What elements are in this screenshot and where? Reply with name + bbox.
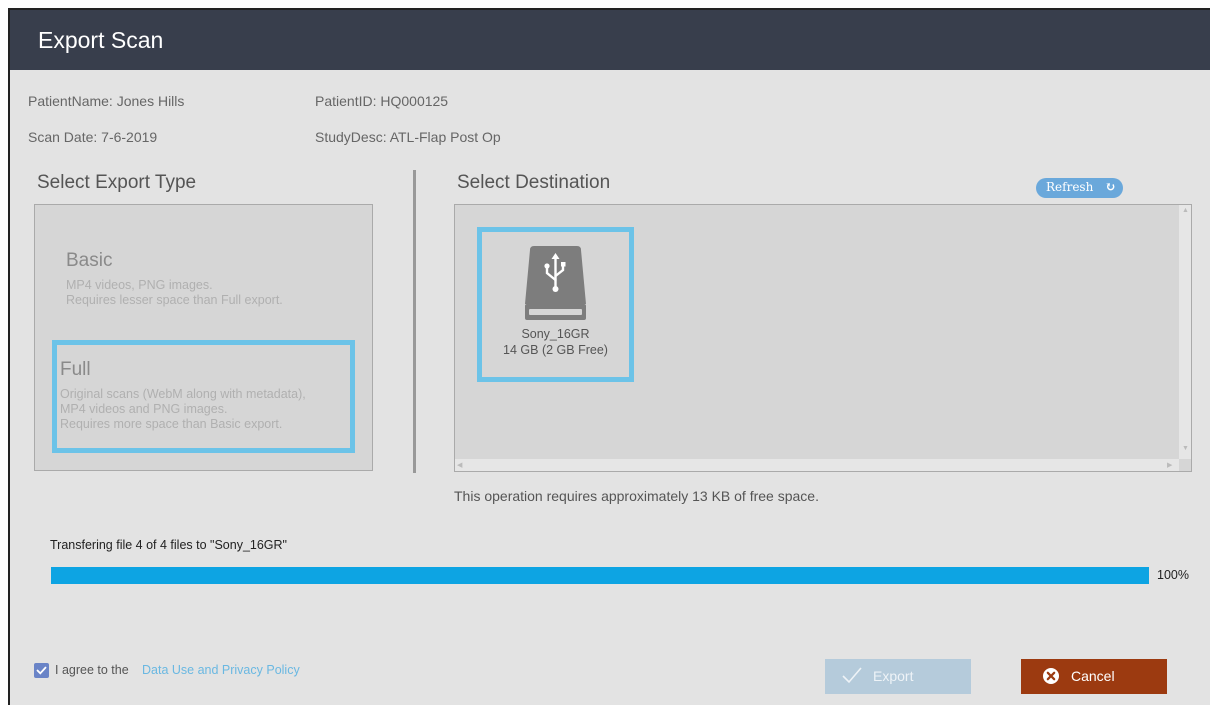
export-type-title: Select Export Type: [37, 172, 197, 193]
refresh-label: Refresh: [1046, 180, 1094, 194]
progress-label: Transfering file 4 of 4 files to "Sony_1…: [50, 538, 287, 552]
drive-name: Sony_16GR: [521, 327, 590, 341]
drive-size: 14 GB (2 GB Free): [503, 343, 608, 357]
export-button[interactable]: Export: [825, 659, 971, 694]
checkmark-icon: [842, 667, 862, 684]
option-name: Basic: [66, 250, 113, 271]
section-divider: [413, 170, 416, 473]
agree-checkbox[interactable]: [34, 663, 49, 678]
checkmark-icon: [36, 666, 47, 675]
scan-date: Scan Date: 7-6-2019: [28, 129, 158, 145]
dialog-title: Export Scan: [10, 10, 1210, 70]
export-option-full[interactable]: Full Original scans (WebM along with met…: [52, 340, 355, 453]
refresh-button[interactable]: Refresh ↻: [1036, 178, 1123, 198]
patient-id: PatientID: HQ000125: [315, 93, 449, 109]
close-circle-icon: [1043, 668, 1059, 684]
privacy-policy-link[interactable]: Data Use and Privacy Policy: [142, 663, 300, 677]
progress-fill: [51, 567, 1149, 584]
scroll-up-icon[interactable]: ▲: [1182, 207, 1189, 214]
study-desc: StudyDesc: ATL-Flap Post Op: [315, 129, 501, 145]
scroll-down-icon[interactable]: ▼: [1182, 445, 1189, 452]
patient-name: PatientName: Jones Hills: [28, 93, 185, 109]
destination-title: Select Destination: [457, 172, 611, 193]
export-option-basic[interactable]: Basic MP4 videos, PNG images. Requires l…: [66, 250, 283, 308]
horizontal-scrollbar[interactable]: ◀ ▶: [455, 459, 1179, 471]
progress-percent: 100%: [1157, 568, 1189, 582]
option-name: Full: [60, 359, 91, 380]
scroll-left-icon[interactable]: ◀: [457, 461, 462, 469]
option-desc: MP4 videos, PNG images. Requires lesser …: [66, 278, 283, 307]
drive-tile-sony[interactable]: Sony_16GR 14 GB (2 GB Free): [477, 227, 634, 382]
cancel-button[interactable]: Cancel: [1021, 659, 1167, 694]
space-requirement-note: This operation requires approximately 13…: [454, 488, 819, 504]
usb-drive-icon: [525, 246, 586, 320]
cancel-label: Cancel: [1071, 668, 1115, 684]
progress-bar: [51, 567, 1149, 584]
export-label: Export: [873, 668, 914, 684]
vertical-scrollbar[interactable]: ▲ ▼: [1179, 205, 1191, 459]
export-scan-dialog: Export Scan PatientName: Jones Hills Pat…: [8, 8, 1210, 705]
refresh-icon: ↻: [1105, 180, 1116, 195]
option-desc: Original scans (WebM along with metadata…: [60, 387, 306, 431]
scroll-right-icon[interactable]: ▶: [1167, 461, 1172, 469]
agree-label: I agree to the: [55, 663, 129, 677]
